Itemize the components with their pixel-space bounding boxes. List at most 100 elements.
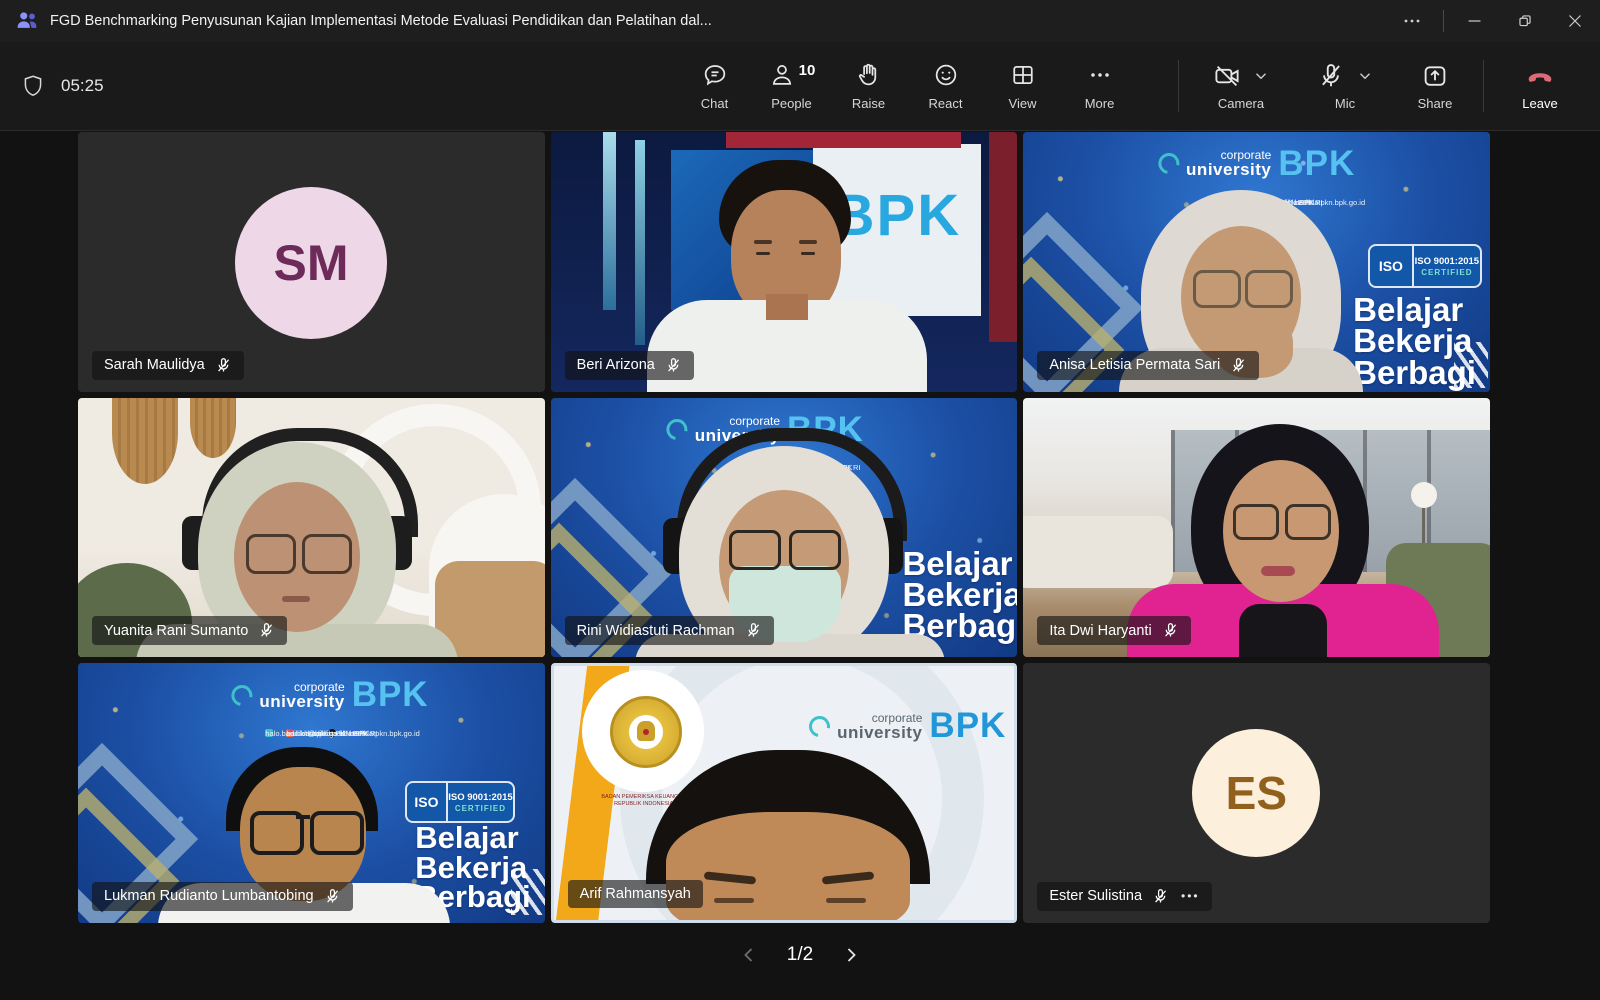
toolbar-divider — [1178, 60, 1179, 112]
logo-corporate-text: corporate — [872, 712, 923, 724]
video-tile-beri-arizona[interactable]: te BPK Beri Arizona — [551, 132, 1018, 392]
participant-name-tag: Ester Sulistina ••• — [1037, 882, 1211, 911]
social-handle: badiklatpkn.bpk.go.id — [349, 729, 419, 738]
participant-name: Rini Widiastuti Rachman — [577, 623, 735, 639]
mic-muted-icon — [215, 357, 232, 374]
participant-name: Sarah Maulidya — [104, 357, 205, 373]
view-button[interactable]: View — [984, 49, 1061, 123]
shield-icon — [20, 73, 46, 99]
share-label: Share — [1418, 96, 1453, 111]
teams-app-icon — [14, 8, 40, 34]
more-dots-icon — [1086, 61, 1114, 89]
next-page-chevron-icon[interactable] — [841, 945, 861, 965]
video-tile-rini[interactable]: corporateuniversity BPK halo.badiklat@bp… — [551, 398, 1018, 658]
person-lips — [1261, 566, 1295, 576]
sofa — [1023, 516, 1173, 588]
share-button[interactable]: Share — [1397, 61, 1473, 111]
mic-dropdown-chevron-icon[interactable] — [1356, 67, 1374, 85]
leave-label: Leave — [1522, 96, 1557, 111]
video-tile-arif[interactable]: BADAN PEMERIKSA KEUANGAN REPUBLIK INDONE… — [551, 663, 1018, 923]
avatar-initials: SM — [235, 187, 387, 339]
corporate-university-bpk-logo: corporateuniversity BPK — [809, 710, 1006, 742]
tile-more-options-icon[interactable]: ••• — [1181, 889, 1200, 903]
social-handle: badiklatpkn.bpk.go.id — [1295, 198, 1365, 207]
minimize-button[interactable] — [1450, 0, 1500, 42]
logo-swoosh-icon — [1154, 149, 1183, 178]
video-tile-ita[interactable]: Ita Dwi Haryanti — [1023, 398, 1490, 658]
video-tile-lukman[interactable]: corporateuniversity BPK halo.badiklat@bp… — [78, 663, 545, 923]
person-glasses — [1233, 504, 1279, 540]
studio-light-pillar — [603, 132, 616, 310]
view-label: View — [1009, 96, 1037, 111]
logo-bpk-text: BPK — [929, 710, 1006, 742]
person-eye — [756, 252, 770, 255]
toolbar-divider — [1483, 60, 1484, 112]
social-handles-row: halo.badiklat@bpk.go.id badiklatbpkri ba… — [78, 729, 545, 737]
corporate-university-bpk-logo: corporateuniversity BPK — [231, 679, 428, 711]
person-inner-shirt — [1239, 604, 1327, 658]
video-tile-ester[interactable]: ES Ester Sulistina ••• — [1023, 663, 1490, 923]
people-button[interactable]: 10 People — [753, 49, 830, 123]
logo-swoosh-icon — [663, 415, 692, 444]
iso-certified-badge: ISO ISO 9001:2015CERTIFIED — [405, 781, 515, 823]
participant-name-tag: Arif Rahmansyah — [568, 880, 703, 908]
camera-button[interactable]: Camera — [1189, 61, 1293, 111]
hatch-decoration — [511, 869, 545, 915]
iso-logo-text: ISO — [407, 783, 449, 821]
mic-button[interactable]: Mic — [1293, 61, 1397, 111]
react-button[interactable]: React — [907, 49, 984, 123]
raise-hand-icon — [855, 61, 883, 89]
chat-icon — [701, 61, 729, 89]
camera-off-icon — [1212, 61, 1242, 91]
person-glasses-bridge — [296, 815, 310, 819]
bpk-gold-emblem — [610, 696, 682, 768]
person-glasses — [246, 534, 296, 574]
participant-name: Beri Arizona — [577, 357, 655, 373]
iso-cert-number: ISO 9001:2015 — [448, 792, 512, 803]
titlebar-divider — [1443, 10, 1444, 32]
mic-muted-icon — [258, 622, 275, 639]
logo-university-text: university — [837, 724, 922, 741]
participant-name: Anisa Letisia Permata Sari — [1049, 357, 1220, 373]
studio-red-band — [726, 132, 961, 148]
person-forehead — [666, 812, 910, 923]
video-tile-anisa[interactable]: corporateuniversity BPK halo.badiklat@bp… — [1023, 132, 1490, 392]
participant-name: Lukman Rudianto Lumbantobing — [104, 888, 314, 904]
avatar-initials-text: ES — [1226, 766, 1287, 820]
video-tile-sarah-maulidya[interactable]: SM Sarah Maulidya — [78, 132, 545, 392]
previous-page-chevron-icon[interactable] — [739, 945, 759, 965]
video-grid: SM Sarah Maulidya te BPK — [78, 132, 1490, 923]
close-button[interactable] — [1550, 0, 1600, 42]
participant-name-tag: Anisa Letisia Permata Sari — [1037, 351, 1259, 380]
logo-university-text: university — [259, 693, 344, 710]
person-lips — [282, 596, 310, 602]
slogan-line: Belajar — [415, 823, 530, 852]
person-glasses — [310, 811, 364, 855]
raise-hand-button[interactable]: Raise — [830, 49, 907, 123]
mic-muted-icon — [665, 357, 682, 374]
participant-name: Yuanita Rani Sumanto — [104, 623, 248, 639]
participant-name-tag: Sarah Maulidya — [92, 351, 244, 380]
bpk-slogan: Belajar Bekerja Berbagi — [902, 548, 1017, 642]
more-button[interactable]: More — [1061, 49, 1138, 123]
chat-button[interactable]: Chat — [676, 49, 753, 123]
person-eyebrow — [754, 240, 772, 244]
restore-button[interactable] — [1500, 0, 1550, 42]
iso-certified-text: CERTIFIED — [1421, 268, 1472, 277]
leave-button[interactable]: Leave — [1494, 61, 1586, 111]
logo-bpk-text: BPK — [1278, 148, 1355, 180]
mic-muted-icon — [1152, 888, 1169, 905]
person-eye — [801, 252, 815, 255]
video-tile-yuanita[interactable]: Yuanita Rani Sumanto — [78, 398, 545, 658]
studio-light-pillar — [635, 140, 645, 345]
more-label: More — [1085, 96, 1115, 111]
person-glasses — [789, 530, 841, 570]
titlebar-more-button[interactable] — [1387, 0, 1437, 42]
camera-dropdown-chevron-icon[interactable] — [1252, 67, 1270, 85]
mic-muted-icon — [1162, 622, 1179, 639]
slogan-line: Belajar — [1353, 294, 1476, 325]
close-icon — [1564, 10, 1586, 32]
mic-off-icon — [1316, 61, 1346, 91]
corporate-university-bpk-logo: corporateuniversity BPK — [1158, 148, 1355, 180]
person-closed-eye — [826, 898, 866, 903]
